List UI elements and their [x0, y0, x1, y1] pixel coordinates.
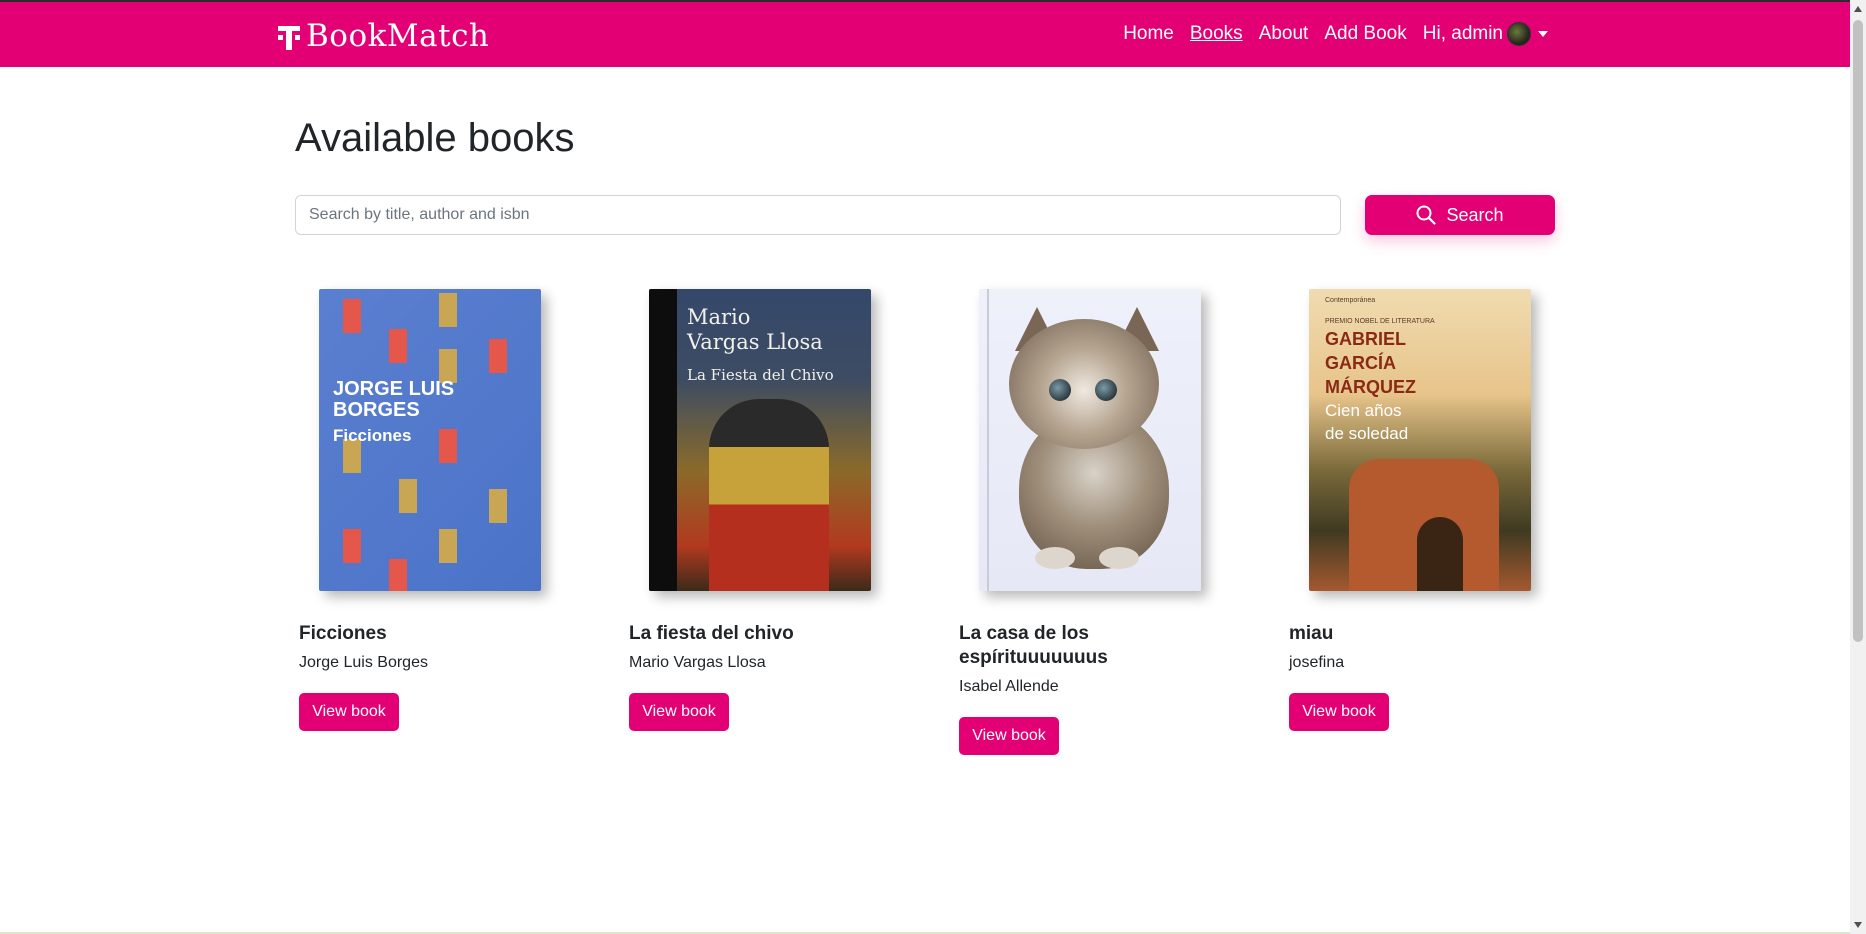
cover-text: Mario Vargas Llosa La Fiesta del Chivo	[687, 305, 834, 384]
book-title: La casa de los espírituuuuuuus	[959, 623, 1108, 668]
view-book-button[interactable]: View book	[629, 693, 729, 731]
scroll-down-arrow-icon[interactable]	[1854, 922, 1862, 928]
book-cover-image[interactable]: Contemporánea PREMIO NOBEL DE LITERATURA…	[1309, 289, 1531, 591]
search-icon	[1416, 205, 1437, 225]
view-book-button[interactable]: View book	[959, 717, 1059, 755]
caret-down-icon	[1538, 31, 1548, 37]
book-author: Jorge Luis Borges	[299, 654, 428, 671]
vertical-scrollbar[interactable]	[1850, 0, 1866, 934]
book-title: Ficciones	[299, 623, 387, 644]
cover-text: Contemporánea PREMIO NOBEL DE LITERATURA…	[1325, 297, 1435, 443]
book-title: miau	[1289, 623, 1334, 644]
nav-menu: Home Books About Add Book Hi, admin	[1123, 22, 1548, 46]
scrollbar-thumb[interactable]	[1853, 20, 1863, 642]
search-button[interactable]: Search	[1365, 195, 1555, 235]
book-cover-image[interactable]	[979, 289, 1201, 591]
user-greeting: Hi, admin	[1422, 23, 1503, 44]
nav-item-home[interactable]: Home	[1123, 23, 1174, 45]
view-book-button[interactable]: View book	[1289, 693, 1389, 731]
nav-item-books[interactable]: Books	[1190, 23, 1243, 45]
page-title: Available books	[295, 116, 575, 160]
book-cover-image[interactable]: Mario Vargas Llosa La Fiesta del Chivo	[649, 289, 871, 591]
scroll-up-arrow-icon[interactable]	[1854, 6, 1862, 12]
book-title: La fiesta del chivo	[629, 623, 794, 644]
search-button-label: Search	[1446, 204, 1504, 225]
brand-link[interactable]: BookMatch	[278, 18, 489, 54]
telekom-t-logo-icon	[278, 22, 300, 50]
nav-item-about[interactable]: About	[1259, 23, 1309, 45]
book-author: josefina	[1289, 654, 1345, 671]
navbar: BookMatch Home Books About Add Book Hi, …	[0, 2, 1850, 67]
user-menu-toggle[interactable]: Hi, admin	[1423, 22, 1548, 46]
search-input[interactable]	[295, 195, 1341, 235]
book-author: Mario Vargas Llosa	[629, 654, 766, 671]
book-cover-image[interactable]: JORGE LUIS BORGES Ficciones	[319, 289, 541, 591]
view-book-button[interactable]: View book	[299, 693, 399, 731]
book-author: Isabel Allende	[959, 678, 1059, 695]
avatar	[1507, 22, 1531, 46]
brand-name: BookMatch	[306, 18, 490, 54]
nav-item-add-book[interactable]: Add Book	[1324, 23, 1406, 45]
cover-text: JORGE LUIS BORGES Ficciones	[333, 378, 455, 446]
